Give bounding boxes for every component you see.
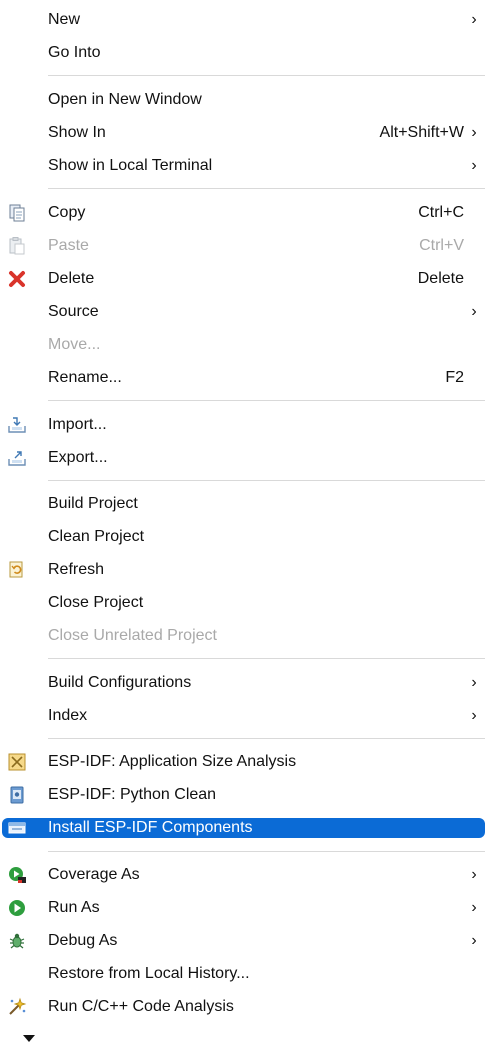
menu-item-import[interactable]: Import... <box>0 413 486 437</box>
menu-item-label: Delete <box>48 270 95 287</box>
menu-item-run-code-analysis[interactable]: Run C/C++ Code Analysis <box>0 995 486 1019</box>
menu-item-label: Paste <box>48 237 89 254</box>
menu-item-restore-from-local-history[interactable]: Restore from Local History... <box>0 962 486 986</box>
menu-item-clean-project[interactable]: Clean Project <box>0 525 486 549</box>
debug-icon <box>7 931 27 951</box>
menu-item-label: Install ESP-IDF Components <box>48 819 253 836</box>
coverage-icon <box>7 865 27 885</box>
shortcut-text: Delete <box>417 270 464 287</box>
submenu-arrow-icon: › <box>471 11 477 28</box>
menu-item-label: Show In <box>48 124 106 141</box>
menu-separator <box>48 400 485 401</box>
menu-item-new[interactable]: New › <box>0 8 486 32</box>
menu-item-close-project[interactable]: Close Project <box>0 591 486 615</box>
menu-item-copy[interactable]: Copy Ctrl+C <box>0 201 486 225</box>
copy-icon <box>7 203 27 223</box>
menu-item-esp-idf-size-analysis[interactable]: ESP-IDF: Application Size Analysis <box>0 750 486 774</box>
submenu-arrow-icon: › <box>471 866 477 883</box>
menu-separator <box>48 480 485 481</box>
submenu-arrow-icon: › <box>471 157 477 174</box>
menu-item-label: Restore from Local History... <box>48 965 250 982</box>
submenu-arrow-icon: › <box>471 707 477 724</box>
menu-item-build-configurations[interactable]: Build Configurations › <box>0 671 486 695</box>
menu-item-label: Run C/C++ Code Analysis <box>48 998 234 1015</box>
context-menu: New › Go Into Open in New Window Show In… <box>0 0 495 1045</box>
delete-icon <box>7 269 27 289</box>
menu-separator <box>48 851 485 852</box>
menu-item-label: New <box>48 11 81 28</box>
menu-item-source[interactable]: Source › <box>0 300 486 324</box>
menu-item-label: ESP-IDF: Python Clean <box>48 786 217 803</box>
menu-item-coverage-as[interactable]: Coverage As › <box>0 863 486 887</box>
submenu-arrow-icon: › <box>471 899 477 916</box>
menu-item-label: Clean Project <box>48 528 145 545</box>
menu-item-export[interactable]: Export... <box>0 446 486 470</box>
refresh-icon <box>7 560 27 580</box>
components-icon <box>7 818 27 838</box>
menu-item-label: Refresh <box>48 561 105 578</box>
menu-item-label: Coverage As <box>48 866 140 883</box>
menu-separator <box>48 75 485 76</box>
menu-item-show-in-local-terminal[interactable]: Show in Local Terminal › <box>0 154 486 178</box>
menu-item-build-project[interactable]: Build Project <box>0 492 486 516</box>
menu-item-label: Build Configurations <box>48 674 192 691</box>
menu-item-label: Run As <box>48 899 100 916</box>
menu-item-open-in-new-window[interactable]: Open in New Window <box>0 88 486 112</box>
submenu-arrow-icon: › <box>471 124 477 141</box>
shortcut-text: Alt+Shift+W <box>379 124 464 141</box>
size-analysis-icon <box>7 752 27 772</box>
paste-icon <box>7 236 27 256</box>
menu-item-label: Import... <box>48 416 107 433</box>
menu-item-debug-as[interactable]: Debug As › <box>0 929 486 953</box>
menu-item-label: Source <box>48 303 99 320</box>
menu-item-paste[interactable]: Paste Ctrl+V <box>0 234 486 258</box>
menu-separator <box>48 658 485 659</box>
submenu-arrow-icon: › <box>471 932 477 949</box>
menu-item-close-unrelated-project[interactable]: Close Unrelated Project <box>0 624 486 648</box>
menu-item-delete[interactable]: Delete Delete <box>0 267 486 291</box>
submenu-arrow-icon: › <box>471 674 477 691</box>
menu-item-index[interactable]: Index › <box>0 704 486 728</box>
menu-item-show-in[interactable]: Show In Alt+Shift+W › <box>0 121 486 145</box>
run-icon <box>7 898 27 918</box>
menu-item-label: Show in Local Terminal <box>48 157 213 174</box>
menu-item-install-esp-idf-components[interactable]: Install ESP-IDF Components <box>2 818 485 838</box>
menu-item-label: Debug As <box>48 932 118 949</box>
menu-item-label: Index <box>48 707 88 724</box>
menu-item-rename[interactable]: Rename... F2 <box>0 366 486 390</box>
menu-item-label: Close Unrelated Project <box>48 627 217 644</box>
shortcut-text: F2 <box>445 369 464 386</box>
menu-item-refresh[interactable]: Refresh <box>0 558 486 582</box>
menu-item-move[interactable]: Move... <box>0 333 486 357</box>
scroll-down-arrow-icon[interactable] <box>22 1030 36 1042</box>
menu-separator <box>48 188 485 189</box>
python-clean-icon <box>7 785 27 805</box>
menu-item-label: Open in New Window <box>48 91 202 108</box>
import-icon <box>7 415 27 435</box>
shortcut-text: Ctrl+V <box>419 237 464 254</box>
menu-item-label: ESP-IDF: Application Size Analysis <box>48 753 297 770</box>
menu-item-label: Copy <box>48 204 86 221</box>
shortcut-text: Ctrl+C <box>418 204 464 221</box>
menu-separator <box>48 738 485 739</box>
menu-item-label: Rename... <box>48 369 122 386</box>
menu-item-esp-idf-python-clean[interactable]: ESP-IDF: Python Clean <box>0 783 486 807</box>
menu-item-label: Build Project <box>48 495 138 512</box>
submenu-arrow-icon: › <box>471 303 477 320</box>
code-analysis-icon <box>7 997 27 1017</box>
menu-item-run-as[interactable]: Run As › <box>0 896 486 920</box>
menu-item-label: Export... <box>48 449 108 466</box>
menu-item-go-into[interactable]: Go Into <box>0 41 486 65</box>
menu-item-label: Go Into <box>48 44 101 61</box>
menu-item-label: Move... <box>48 336 101 353</box>
menu-item-label: Close Project <box>48 594 144 611</box>
export-icon <box>7 448 27 468</box>
